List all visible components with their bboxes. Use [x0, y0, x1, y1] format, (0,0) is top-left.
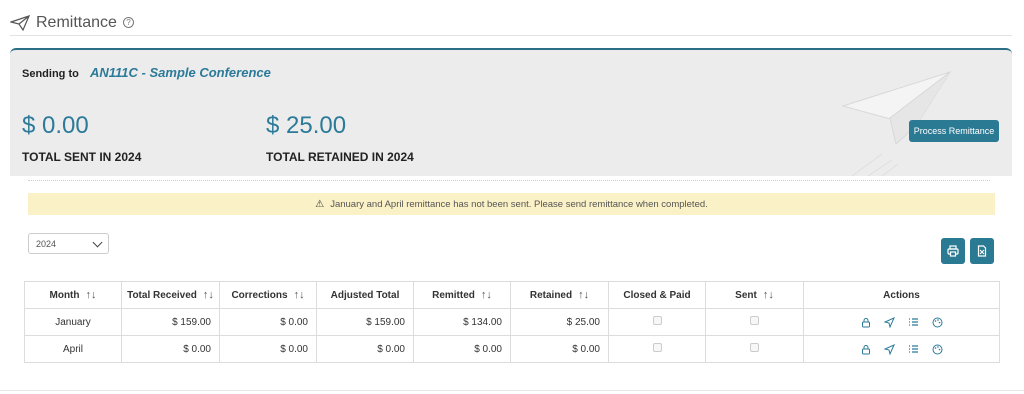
lock-icon[interactable] [860, 316, 872, 328]
cell-closed-paid [608, 335, 706, 363]
cell-remitted: $ 134.00 [413, 308, 511, 336]
page-title: Remittance [36, 13, 117, 31]
column-header-month[interactable]: Month ↑↓ [24, 281, 122, 309]
remittance-table: Month ↑↓ Total Received ↑↓ Corrections ↑↓ A… [24, 281, 1000, 363]
column-header-remitted[interactable]: Remitted ↑↓ [413, 281, 511, 309]
cell-total-received: $ 0.00 [121, 335, 220, 363]
sort-icon[interactable]: ↑↓ [203, 289, 214, 301]
warning-alert-text: January and April remittance has not bee… [330, 198, 708, 210]
closed-paid-checkbox[interactable] [652, 316, 662, 325]
column-header-retained[interactable]: Retained ↑↓ [510, 281, 609, 309]
column-header-sent[interactable]: Sent ↑↓ [705, 281, 804, 309]
table-row: January $ 159.00 $ 0.00 $ 159.00 $ 134.0… [24, 308, 1000, 336]
lock-icon[interactable] [860, 343, 872, 355]
page-header: Remittance ? [10, 10, 1012, 36]
cell-adjusted-total: $ 0.00 [316, 335, 414, 363]
export-icon [977, 245, 987, 257]
warning-icon: ⚠ [315, 198, 325, 210]
footer-divider [0, 390, 1024, 391]
year-select-value: 2024 [36, 238, 57, 249]
paper-plane-icon [10, 14, 30, 31]
sort-icon[interactable]: ↑↓ [481, 289, 492, 301]
palette-icon[interactable] [932, 316, 944, 328]
list-icon[interactable] [908, 316, 920, 328]
sent-checkbox[interactable] [750, 316, 759, 325]
cell-actions [803, 335, 1000, 363]
cell-closed-paid [608, 308, 706, 336]
year-select[interactable]: 2024 [28, 233, 109, 254]
table-row: April $ 0.00 $ 0.00 $ 0.00 $ 0.00 $ 0.00 [24, 335, 1000, 363]
process-remittance-button[interactable]: Process Remittance [909, 120, 999, 142]
column-header-adjusted-total: Adjusted Total [316, 281, 414, 309]
total-sent-amount: $ 0.00 [22, 112, 89, 139]
cell-remitted: $ 0.00 [413, 335, 511, 363]
table-header-row: Month ↑↓ Total Received ↑↓ Corrections ↑↓ A… [24, 281, 1000, 309]
list-icon[interactable] [908, 343, 920, 355]
total-retained-amount: $ 25.00 [266, 112, 347, 139]
palette-icon[interactable] [932, 343, 944, 355]
sort-icon[interactable]: ↑↓ [294, 289, 305, 301]
sending-to-name: AN111C - Sample Conference [90, 65, 271, 80]
cell-retained: $ 25.00 [510, 308, 609, 336]
total-sent-label: TOTAL SENT IN 2024 [22, 150, 142, 164]
help-icon[interactable]: ? [122, 17, 134, 28]
sort-icon[interactable]: ↑↓ [578, 289, 589, 301]
cell-actions [803, 308, 1000, 336]
warning-alert: ⚠ January and April remittance has not b… [28, 193, 995, 215]
column-header-closed-paid: Closed & Paid [608, 281, 706, 309]
sort-icon[interactable]: ↑↓ [86, 289, 97, 301]
cell-retained: $ 0.00 [510, 335, 609, 363]
cell-month: April [24, 335, 122, 363]
cell-sent [705, 308, 804, 336]
send-icon[interactable] [884, 316, 896, 328]
cell-corrections: $ 0.00 [219, 308, 317, 336]
cell-sent [705, 335, 804, 363]
export-button[interactable] [970, 238, 994, 264]
column-header-total-received[interactable]: Total Received ↑↓ [121, 281, 220, 309]
column-header-corrections[interactable]: Corrections ↑↓ [219, 281, 317, 309]
column-header-actions: Actions [803, 281, 1000, 309]
print-icon [947, 245, 959, 257]
chevron-down-icon [92, 237, 103, 248]
send-icon[interactable] [884, 343, 896, 355]
cell-total-received: $ 159.00 [121, 308, 220, 336]
cell-corrections: $ 0.00 [219, 335, 317, 363]
cell-adjusted-total: $ 159.00 [316, 308, 414, 336]
sort-icon[interactable]: ↑↓ [763, 289, 774, 301]
sent-checkbox[interactable] [750, 343, 759, 352]
divider [28, 180, 990, 181]
remittance-summary-panel: Sending to AN111C - Sample Conference $ … [10, 48, 1012, 176]
total-retained-label: TOTAL RETAINED IN 2024 [266, 150, 414, 164]
print-button[interactable] [941, 238, 965, 264]
closed-paid-checkbox[interactable] [652, 343, 662, 352]
sending-to-label: Sending to [22, 68, 79, 80]
cell-month: January [24, 308, 122, 336]
